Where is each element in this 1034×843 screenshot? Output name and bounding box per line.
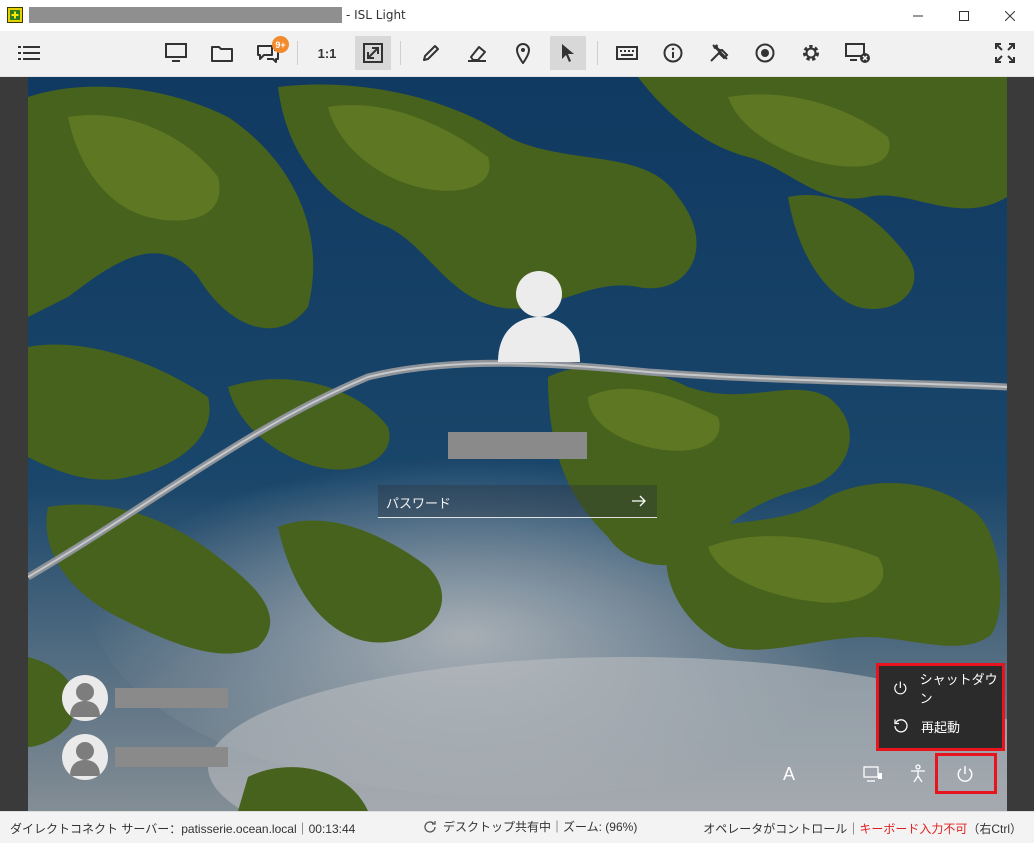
redacted-username xyxy=(115,688,228,708)
disconnect-screen-icon xyxy=(845,43,870,63)
folder-icon xyxy=(211,46,233,62)
info-icon xyxy=(663,43,683,63)
fullscreen-button[interactable] xyxy=(987,36,1023,70)
redacted-username xyxy=(448,432,587,459)
hotkey-hint: （右Ctrl） xyxy=(967,822,1022,836)
pin-button[interactable] xyxy=(505,36,541,70)
other-user-tile[interactable] xyxy=(62,675,228,721)
isl-light-app-icon xyxy=(7,7,23,23)
eraser-button[interactable] xyxy=(459,36,495,70)
fullscreen-icon xyxy=(995,43,1015,63)
highlight-box-power-button xyxy=(935,753,997,794)
menu-icon xyxy=(18,46,40,60)
user-avatar-icon xyxy=(62,734,108,780)
tools-button[interactable] xyxy=(701,36,737,70)
user-avatar-icon xyxy=(498,271,580,362)
ime-mode-button[interactable]: A xyxy=(776,761,802,787)
network-button[interactable] xyxy=(860,761,886,787)
title-bar: - ISL Light xyxy=(0,0,1034,31)
remote-desktop-view[interactable]: パスワード シャットダウン 再起動 A xyxy=(0,77,1034,811)
toolbar-divider xyxy=(400,41,401,65)
gear-icon xyxy=(803,45,819,61)
other-user-tile[interactable] xyxy=(62,734,228,780)
pointer-icon xyxy=(562,44,574,62)
submit-arrow-icon[interactable] xyxy=(631,493,647,509)
user-avatar-icon xyxy=(62,675,108,721)
monitor-icon xyxy=(165,43,187,62)
keyboard-button[interactable] xyxy=(609,36,645,70)
password-field[interactable]: パスワード xyxy=(378,485,657,518)
accessibility-icon xyxy=(911,764,925,783)
redacted-title xyxy=(29,7,342,23)
minimize-button[interactable] xyxy=(895,0,941,31)
redacted-username xyxy=(115,747,228,767)
settings-button[interactable] xyxy=(793,36,829,70)
sharing-status: デスクトップ共有中｜ズーム: (96%) xyxy=(423,818,637,835)
window-title: - ISL Light xyxy=(346,8,406,22)
minimize-icon xyxy=(913,15,923,16)
record-button[interactable] xyxy=(747,36,783,70)
ratio-button[interactable]: 1:1 xyxy=(309,36,345,70)
control-status: オペレータがコントロール｜キーボード入力不可（右Ctrl） xyxy=(703,820,1022,837)
disconnect-screen-button[interactable] xyxy=(840,36,876,70)
fit-screen-icon xyxy=(363,43,383,63)
menu-button[interactable] xyxy=(11,36,47,70)
maximize-icon xyxy=(959,10,969,21)
highlight-box-power-menu xyxy=(876,663,1005,751)
pin-icon xyxy=(515,43,531,64)
chat-button[interactable]: 9+ xyxy=(250,36,289,70)
toolbar: 9+ 1:1 xyxy=(0,31,1034,77)
chat-badge: 9+ xyxy=(272,36,289,53)
toolbar-divider xyxy=(297,41,298,65)
status-bar: ダイレクトコネクト サーバー：patisserie.ocean.local｜00… xyxy=(0,811,1034,843)
toolbar-divider xyxy=(597,41,598,65)
keyboard-warning: キーボード入力不可 xyxy=(859,822,968,836)
control-status-text: オペレータがコントロール｜ xyxy=(703,822,860,836)
connection-status: ダイレクトコネクト サーバー：patisserie.ocean.local｜00… xyxy=(10,822,356,836)
pencil-icon xyxy=(423,45,439,61)
record-icon xyxy=(755,43,775,63)
close-icon xyxy=(1005,10,1015,21)
maximize-button[interactable] xyxy=(941,0,987,31)
refresh-icon[interactable] xyxy=(423,820,437,834)
tools-icon xyxy=(710,44,729,62)
sharing-status-text: デスクトップ共有中｜ズーム: (96%) xyxy=(443,820,638,834)
remote-screen[interactable]: パスワード シャットダウン 再起動 A xyxy=(28,77,1007,811)
pointer-button[interactable] xyxy=(550,36,586,70)
password-placeholder: パスワード xyxy=(386,496,452,511)
monitor-button[interactable] xyxy=(158,36,194,70)
fit-screen-button[interactable] xyxy=(355,36,391,70)
keyboard-icon xyxy=(616,46,638,60)
info-button[interactable] xyxy=(655,36,691,70)
network-icon xyxy=(863,766,882,782)
eraser-icon xyxy=(468,46,486,62)
folder-button[interactable] xyxy=(204,36,240,70)
accessibility-button[interactable] xyxy=(905,761,931,787)
pencil-button[interactable] xyxy=(413,36,449,70)
close-button[interactable] xyxy=(987,0,1033,31)
